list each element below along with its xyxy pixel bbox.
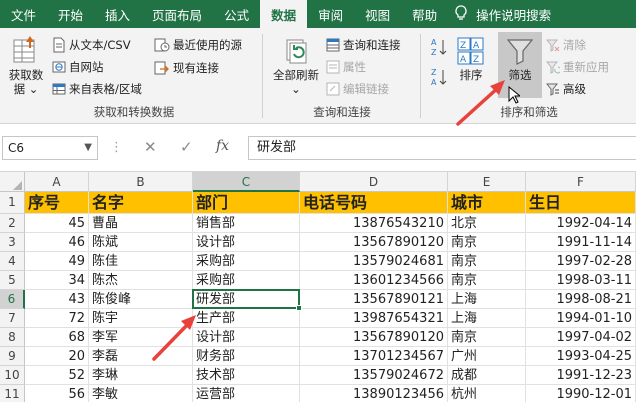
annotation-arrows	[152, 80, 505, 361]
arrow-to-cell	[152, 315, 196, 361]
arrow-to-filter	[456, 80, 505, 126]
